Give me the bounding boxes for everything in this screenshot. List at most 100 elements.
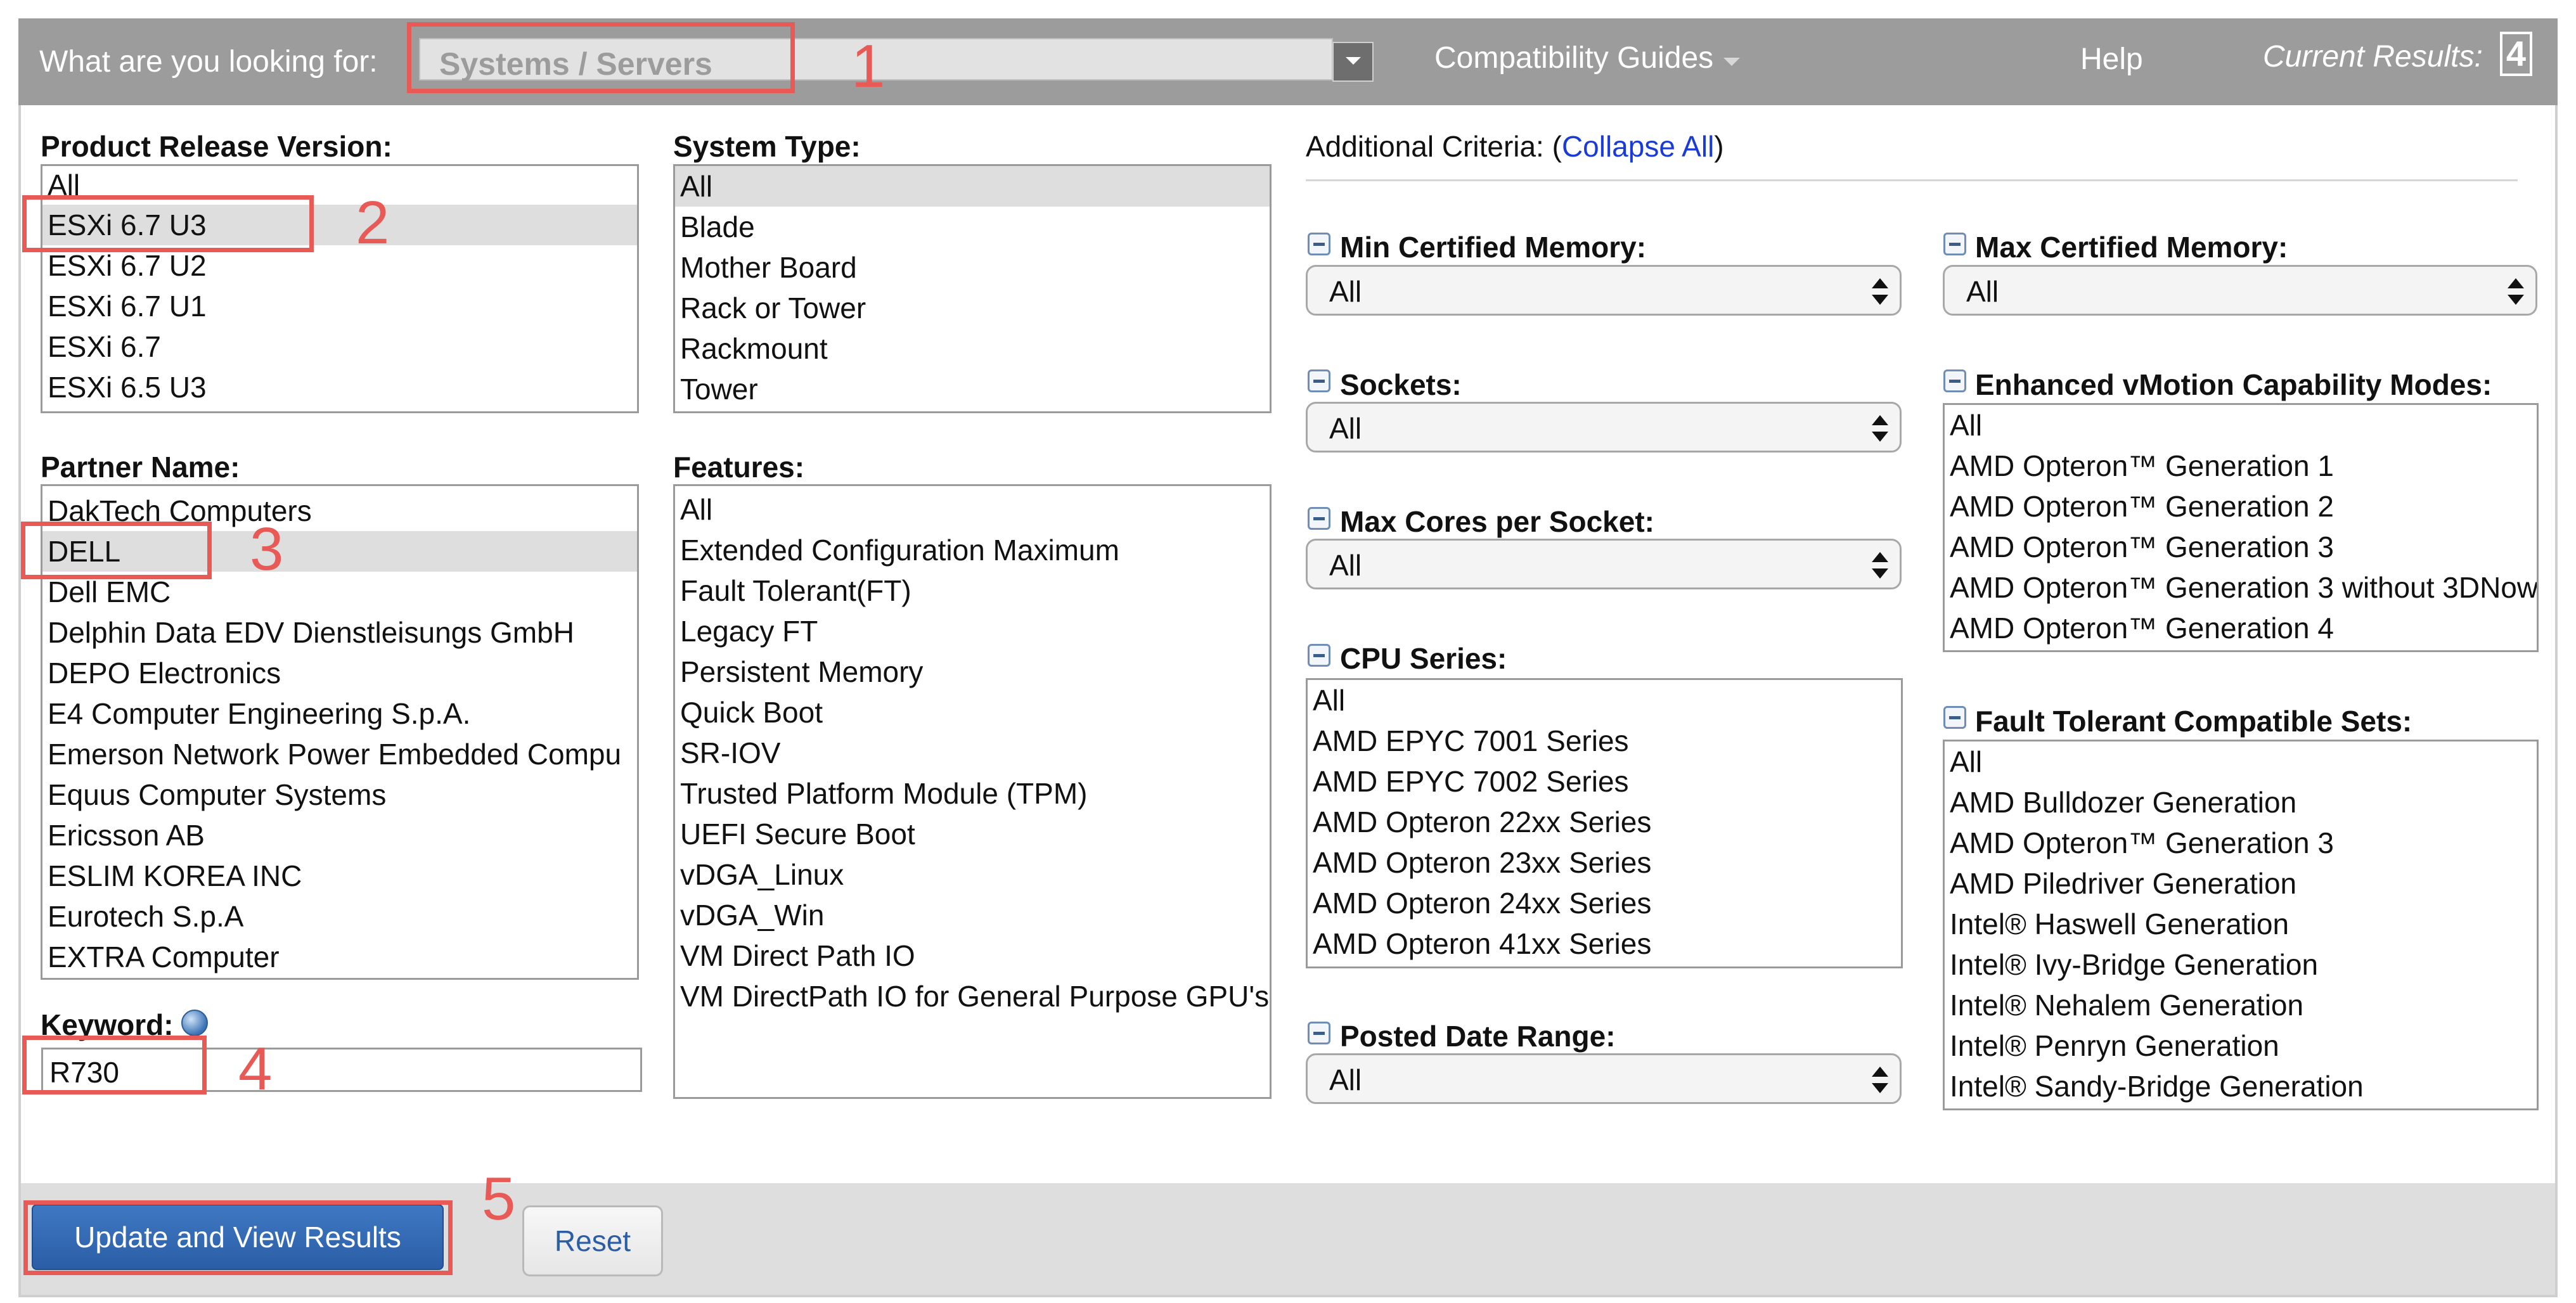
list-item-selected[interactable]: All — [675, 166, 1270, 207]
additional-criteria-suffix: ) — [1714, 130, 1724, 163]
list-item[interactable]: Ericsson AB — [42, 815, 637, 856]
list-item[interactable]: SR-IOV — [675, 733, 1270, 773]
list-item[interactable]: ESXi 6.7 — [42, 326, 637, 367]
list-item[interactable]: Intel® Sandy-Bridge Generation — [1945, 1066, 2537, 1107]
list-item[interactable]: AMD Opteron 23xx Series — [1308, 842, 1901, 883]
list-item[interactable]: Intel® Haswell Generation — [1945, 904, 2537, 944]
dropdown-arrow-icon[interactable] — [1332, 42, 1374, 82]
list-item[interactable]: Intel® Nehalem Generation — [1945, 985, 2537, 1025]
list-item[interactable]: E4 Computer Engineering S.p.A. — [42, 693, 637, 734]
list-item[interactable]: Intel® Ivy-Bridge Generation — [1945, 944, 2537, 985]
list-item[interactable]: AMD Bulldozer Generation — [1945, 782, 2537, 823]
min-memory-heading: Min Certified Memory: — [1340, 231, 1647, 264]
list-item[interactable]: Persistent Memory — [675, 652, 1270, 692]
max-cores-value: All — [1329, 549, 1362, 582]
reset-button[interactable]: Reset — [522, 1205, 663, 1276]
info-icon[interactable] — [181, 1010, 208, 1036]
list-item[interactable]: ESXi 6.5 U3 — [42, 367, 637, 408]
list-item[interactable]: VM DirectPath IO for General Purpose GPU… — [675, 976, 1270, 1017]
list-item[interactable]: AMD Opteron™ Generation 4 — [1945, 608, 2537, 648]
list-item[interactable]: AMD Opteron™ Generation 3 — [1945, 823, 2537, 863]
list-item[interactable]: VM Direct Path IO — [675, 935, 1270, 976]
annotation-box-5 — [23, 1200, 453, 1275]
list-item[interactable]: Rackmount — [675, 328, 1270, 369]
collapse-minus-icon[interactable] — [1943, 369, 1966, 392]
list-item[interactable]: AMD Opteron™ Generation 2 — [1945, 486, 2537, 527]
posted-date-value: All — [1329, 1063, 1362, 1096]
list-item[interactable]: Eurotech S.p.A — [42, 896, 637, 937]
list-item[interactable]: ESXi 6.7 U1 — [42, 286, 637, 326]
list-item[interactable]: vDGA_Win — [675, 895, 1270, 935]
list-item[interactable]: AMD Opteron™ Generation 3 without 3DNow — [1945, 567, 2537, 608]
system-type-listbox[interactable]: All Blade Mother Board Rack or Tower Rac… — [673, 164, 1272, 413]
features-heading: Features: — [673, 451, 805, 484]
list-item[interactable]: ESLIM KOREA INC — [42, 856, 637, 896]
list-item[interactable]: All — [675, 489, 1270, 530]
collapse-minus-icon[interactable] — [1308, 644, 1330, 667]
list-item[interactable]: vDGA_Linux — [675, 854, 1270, 895]
list-item[interactable]: AMD Opteron 24xx Series — [1308, 883, 1901, 923]
list-item[interactable]: AMD Opteron 41xx Series — [1308, 923, 1901, 964]
list-item[interactable]: Rack or Tower — [675, 288, 1270, 328]
annotation-number-1: 1 — [851, 32, 886, 100]
list-item[interactable]: Emerson Network Power Embedded Compu — [42, 734, 637, 774]
posted-date-select[interactable]: All — [1306, 1053, 1902, 1104]
list-item[interactable]: All — [1308, 680, 1901, 721]
collapse-minus-icon[interactable] — [1308, 1022, 1330, 1044]
max-cores-select[interactable]: All — [1306, 539, 1902, 589]
annotation-number-5: 5 — [482, 1165, 516, 1233]
collapse-minus-icon[interactable] — [1308, 507, 1330, 530]
sockets-value: All — [1329, 412, 1362, 445]
list-item[interactable]: EXTRA Computer — [42, 937, 637, 977]
annotation-box-4 — [22, 1036, 207, 1094]
sockets-select[interactable]: All — [1306, 402, 1902, 453]
help-link[interactable]: Help — [2080, 42, 2143, 77]
collapse-all-link[interactable]: Collapse All — [1562, 130, 1714, 163]
ft-sets-heading: Fault Tolerant Compatible Sets: — [1975, 705, 2412, 738]
list-item[interactable]: AMD Opteron™ Generation 3 — [1945, 527, 2537, 567]
list-item[interactable]: Blade — [675, 207, 1270, 247]
list-item[interactable]: All — [1945, 741, 2537, 782]
list-item[interactable]: Delphin Data EDV Dienstleisungs GmbH — [42, 612, 637, 653]
list-item[interactable]: AMD EPYC 7001 Series — [1308, 721, 1901, 761]
cpu-series-listbox[interactable]: All AMD EPYC 7001 Series AMD EPYC 7002 S… — [1306, 678, 1903, 968]
select-arrows-icon — [1872, 415, 1888, 443]
select-arrows-icon — [1872, 1067, 1888, 1094]
collapse-minus-icon[interactable] — [1943, 706, 1966, 729]
max-memory-value: All — [1966, 275, 1999, 308]
annotation-box-2 — [22, 195, 314, 252]
max-memory-select[interactable]: All — [1943, 265, 2537, 316]
compatibility-guides-menu[interactable]: Compatibility Guides — [1434, 41, 1713, 75]
list-item[interactable]: All — [1945, 405, 2537, 446]
annotation-number-3: 3 — [250, 515, 284, 583]
collapse-minus-icon[interactable] — [1943, 233, 1966, 255]
annotation-box-1 — [407, 22, 795, 93]
sockets-heading: Sockets: — [1340, 368, 1462, 401]
list-item[interactable]: AMD Piledriver Generation — [1945, 863, 2537, 904]
list-item[interactable]: Tower — [675, 369, 1270, 409]
list-item[interactable]: AMD Opteron™ Generation 1 — [1945, 446, 2537, 486]
min-memory-select[interactable]: All — [1306, 265, 1902, 316]
list-item[interactable]: Equus Computer Systems — [42, 774, 637, 815]
features-listbox[interactable]: All Extended Configuration Maximum Fault… — [673, 484, 1272, 1099]
list-item[interactable]: AMD EPYC 7002 Series — [1308, 761, 1901, 802]
list-item[interactable]: Legacy FT — [675, 611, 1270, 652]
max-cores-heading: Max Cores per Socket: — [1340, 505, 1654, 538]
additional-criteria-prefix: Additional Criteria: ( — [1306, 130, 1562, 163]
list-item[interactable]: Extended Configuration Maximum — [675, 530, 1270, 570]
cpu-series-heading: CPU Series: — [1340, 642, 1507, 675]
collapse-minus-icon[interactable] — [1308, 369, 1330, 392]
list-item[interactable]: AMD Opteron 22xx Series — [1308, 802, 1901, 842]
list-item[interactable]: Mother Board — [675, 247, 1270, 288]
ft-sets-listbox[interactable]: All AMD Bulldozer Generation AMD Opteron… — [1943, 740, 2539, 1110]
list-item[interactable]: Trusted Platform Module (TPM) — [675, 773, 1270, 814]
evc-heading: Enhanced vMotion Capability Modes: — [1975, 368, 2492, 401]
list-item[interactable]: Quick Boot — [675, 692, 1270, 733]
collapse-minus-icon[interactable] — [1308, 233, 1330, 255]
max-memory-heading: Max Certified Memory: — [1975, 231, 2288, 264]
list-item[interactable]: DEPO Electronics — [42, 653, 637, 693]
list-item[interactable]: Fault Tolerant(FT) — [675, 570, 1270, 611]
list-item[interactable]: UEFI Secure Boot — [675, 814, 1270, 854]
evc-listbox[interactable]: All AMD Opteron™ Generation 1 AMD Optero… — [1943, 403, 2539, 652]
list-item[interactable]: Intel® Penryn Generation — [1945, 1025, 2537, 1066]
